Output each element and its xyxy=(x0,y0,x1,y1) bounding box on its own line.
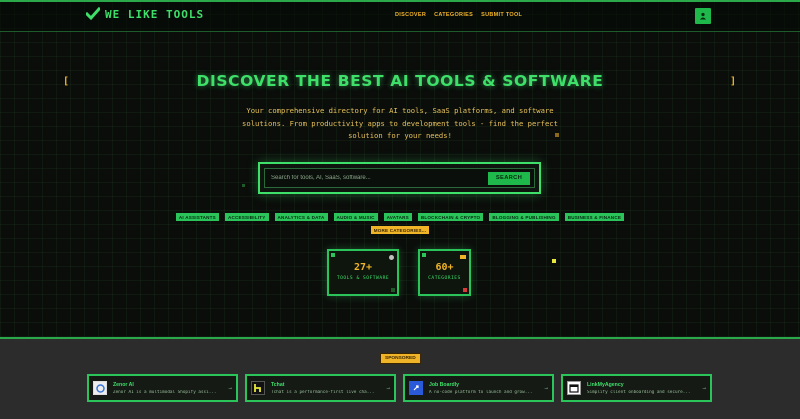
gear-icon xyxy=(389,255,394,260)
tag-accessibility[interactable]: ACCESSIBILITY xyxy=(224,213,269,221)
tag-more-categories[interactable]: MORE CATEGORIES... xyxy=(370,226,430,234)
sponsored-card-description: A no-code platform to launch and grow... xyxy=(429,389,533,395)
sponsored-card-description: Tchat is a performance-first live cha... xyxy=(271,389,375,395)
tag-blogging-publishing[interactable]: BLOGGING & PUBLISHING xyxy=(489,213,559,221)
sponsored-card-description: Zenor AI is a multimodal Shopify assi... xyxy=(113,389,217,395)
search-input[interactable] xyxy=(271,175,471,181)
stat-tools: 27+ TOOLS & SOFTWARE xyxy=(327,249,399,296)
logo-text: WE LIKE TOOLS xyxy=(105,7,205,21)
corner-dot xyxy=(463,288,467,292)
sponsored-section: SPONSORED Zenor AI Zenor AI is a multimo… xyxy=(0,337,800,419)
main-nav: DISCOVER CATEGORIES SUBMIT TOOL xyxy=(395,12,522,18)
tag-blockchain-crypto[interactable]: BLOCKCHAIN & CRYPTO xyxy=(417,213,484,221)
jobboardly-logo-icon xyxy=(409,381,423,395)
sponsored-card-description: Simplify client onboarding and secure... xyxy=(587,389,691,395)
sponsored-card-zenor[interactable]: Zenor AI Zenor AI is a multimodal Shopif… xyxy=(87,374,238,402)
nav-discover[interactable]: DISCOVER xyxy=(395,12,426,18)
hero-subtitle: Your comprehensive directory for AI tool… xyxy=(242,106,558,140)
sponsored-card-tchat[interactable]: Tchat Tchat is a performance-first live … xyxy=(245,374,396,402)
sponsored-card-linkmyagency[interactable]: LinkMyAgency Simplify client onboarding … xyxy=(561,374,712,402)
arrow-right-icon: → xyxy=(544,384,548,392)
zenor-logo-icon xyxy=(93,381,107,395)
arrow-right-icon: → xyxy=(702,384,706,392)
search-bar: SEARCH xyxy=(264,168,535,188)
search-box: SEARCH xyxy=(258,162,541,194)
decorative-pixel xyxy=(242,184,245,187)
search-button[interactable]: SEARCH xyxy=(488,171,530,185)
stat-categories: 60+ CATEGORIES xyxy=(418,249,471,296)
tag-audio-music[interactable]: AUDIO & MUSIC xyxy=(333,213,378,221)
decorative-pixel xyxy=(552,259,556,263)
user-account-button[interactable] xyxy=(695,8,711,24)
linkmyagency-logo-icon xyxy=(567,381,581,395)
corner-dot xyxy=(391,288,395,292)
checkmark-icon xyxy=(86,7,100,21)
nav-categories[interactable]: CATEGORIES xyxy=(434,12,473,18)
category-tags: AI ASSISTANTS ACCESSIBILITY ANALYTICS & … xyxy=(150,213,650,234)
sponsored-card-name: Zenor AI xyxy=(113,381,134,388)
stat-value: 60+ xyxy=(435,262,454,273)
site-header: WE LIKE TOOLS DISCOVER CATEGORIES SUBMIT… xyxy=(0,2,800,32)
stat-label: TOOLS & SOFTWARE xyxy=(336,276,390,281)
user-icon xyxy=(700,12,706,20)
hero-title: DISCOVER THE BEST AI TOOLS & SOFTWARE xyxy=(196,72,604,90)
sponsored-card-name: Tchat xyxy=(271,381,285,388)
tchat-logo-icon xyxy=(251,381,265,395)
stat-value: 27+ xyxy=(353,262,373,273)
sponsored-badge: SPONSORED xyxy=(380,353,421,364)
sponsored-card-name: LinkMyAgency xyxy=(587,381,624,388)
decorative-pixel xyxy=(555,133,559,137)
tag-analytics-data[interactable]: ANALYTICS & DATA xyxy=(274,213,328,221)
logo[interactable]: WE LIKE TOOLS xyxy=(86,7,204,21)
arrow-right-icon: → xyxy=(228,384,232,392)
sponsored-card-name: Job Boardly xyxy=(429,381,459,388)
stat-label: CATEGORIES xyxy=(428,276,461,281)
nav-submit-tool[interactable]: SUBMIT TOOL xyxy=(481,12,522,18)
tag-ai-assistants[interactable]: AI ASSISTANTS xyxy=(175,213,219,221)
corner-dot xyxy=(422,253,426,257)
tag-avatars[interactable]: AVATARS xyxy=(383,213,412,221)
folder-icon xyxy=(460,255,466,259)
arrow-right-icon: → xyxy=(386,384,390,392)
sponsored-card-jobboardly[interactable]: Job Boardly A no-code platform to launch… xyxy=(403,374,554,402)
tag-business-finance[interactable]: BUSINESS & FINANCE xyxy=(564,213,625,221)
corner-dot xyxy=(331,253,335,257)
